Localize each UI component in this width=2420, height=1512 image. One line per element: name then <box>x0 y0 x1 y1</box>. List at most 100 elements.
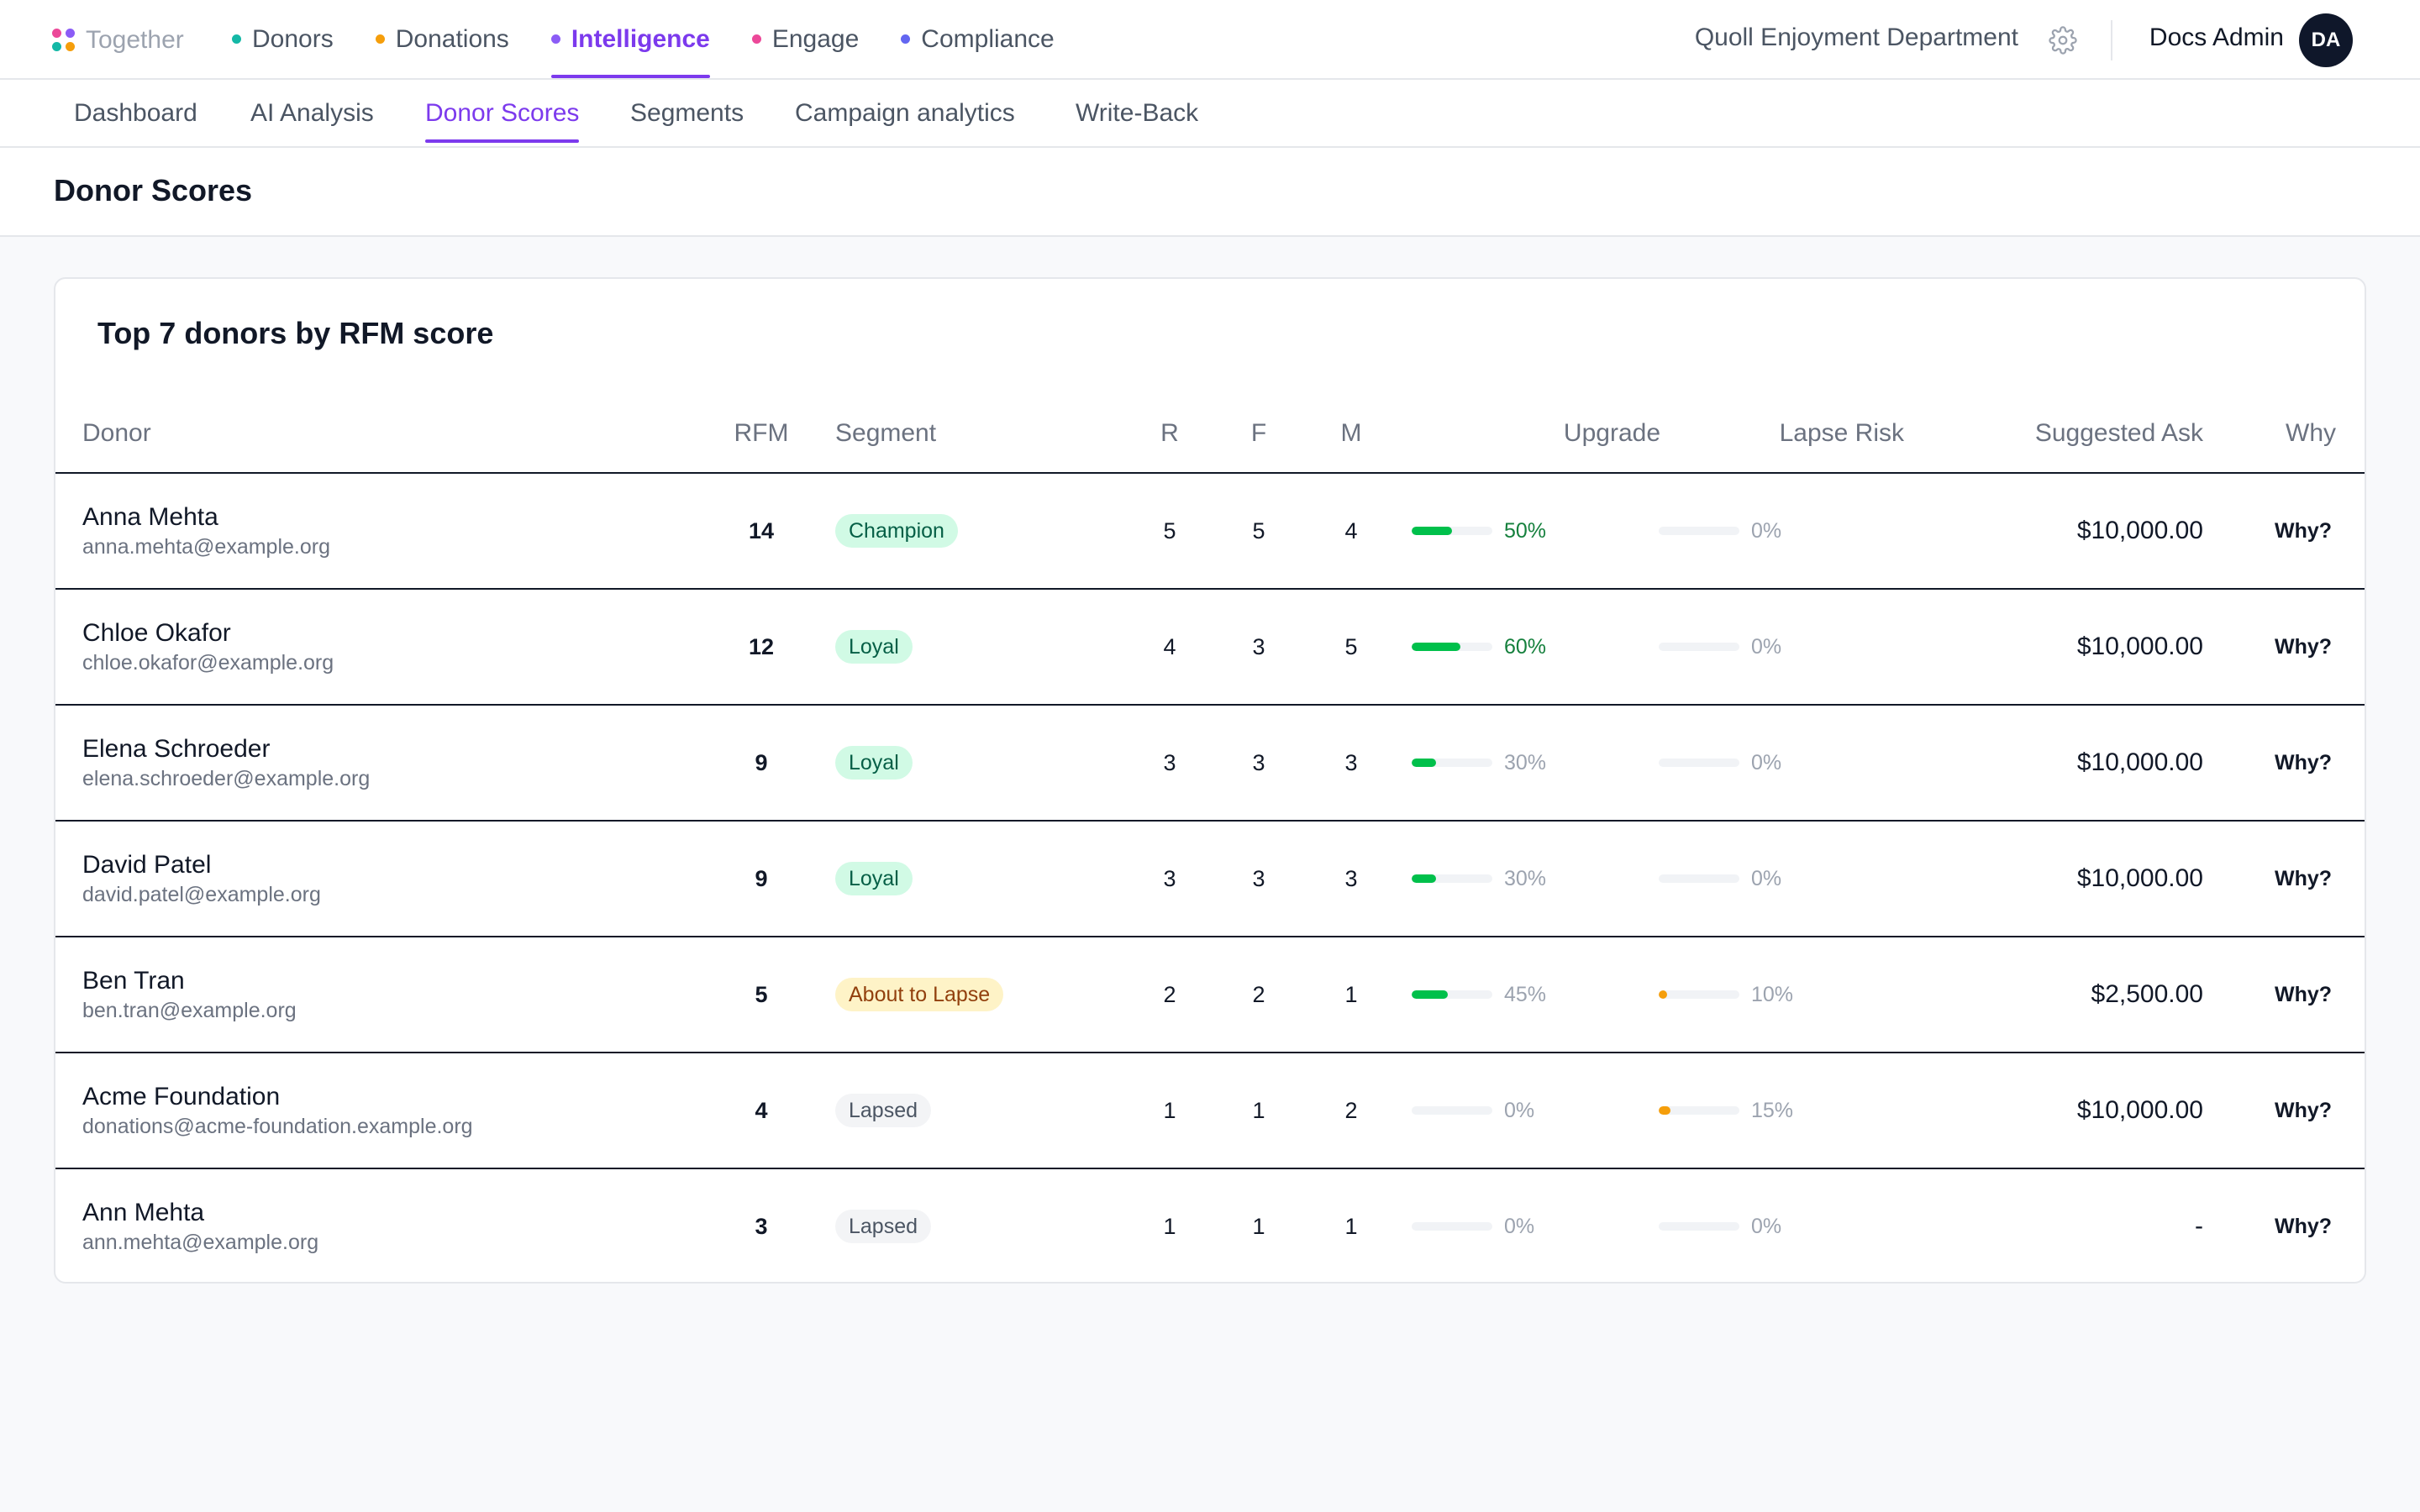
why-button[interactable]: Why? <box>2275 519 2332 543</box>
why-cell: Why? <box>2264 1053 2343 1168</box>
donor-name[interactable]: Ben Tran <box>82 965 185 997</box>
upgrade-bar-fill <box>1412 759 1436 767</box>
user-name[interactable]: Docs Admin <box>2149 24 2284 52</box>
main-nav-item-engage[interactable]: Engage <box>751 0 859 78</box>
tab-write-back[interactable]: Write-Back <box>1076 80 1198 146</box>
donor-name[interactable]: Acme Foundation <box>82 1081 280 1113</box>
frequency-score: 5 <box>1252 517 1265 543</box>
table-row[interactable]: Elena Schroeder elena.schroeder@example.… <box>55 706 2365 822</box>
table-row[interactable]: David Patel david.patel@example.org 9 Lo… <box>55 822 2365 937</box>
suggested-ask-amount: $10,000.00 <box>2076 633 2203 660</box>
donor-cell[interactable]: Elena Schroeder elena.schroeder@example.… <box>82 706 671 820</box>
lapse-risk-percent: 10% <box>1751 982 1794 1006</box>
brand[interactable]: Together <box>52 25 184 55</box>
upgrade-cell: 50% <box>1412 474 1647 588</box>
why-cell: Why? <box>2264 706 2343 820</box>
tab-donor-scores[interactable]: Donor Scores <box>425 80 580 146</box>
frequency-score: 3 <box>1252 749 1265 775</box>
suggested-ask-cell: $10,000.00 <box>1904 1053 2203 1168</box>
upgrade-percent: 30% <box>1504 750 1547 774</box>
donor-cell[interactable]: Anna Mehta anna.mehta@example.org <box>82 474 671 588</box>
lapse-risk-bar: 0% <box>1659 1215 1781 1239</box>
main-nav-item-donors[interactable]: Donors <box>232 0 334 78</box>
segment-badge: Lapsed <box>835 1094 932 1127</box>
why-button[interactable]: Why? <box>2275 1215 2332 1239</box>
lapse-risk-percent: 0% <box>1751 518 1782 543</box>
table-row[interactable]: Ann Mehta ann.mehta@example.org 3 Lapsed… <box>55 1169 2365 1285</box>
donor-name[interactable]: Anna Mehta <box>82 501 218 533</box>
donor-cell[interactable]: Ben Tran ben.tran@example.org <box>82 937 671 1052</box>
organization-name[interactable]: Quoll Enjoyment Department <box>1695 24 2018 52</box>
f-cell: 3 <box>1225 590 1292 704</box>
lapse-risk-bar-fill <box>1659 990 1667 999</box>
segment-badge: About to Lapse <box>835 978 1004 1011</box>
gear-icon[interactable] <box>2049 26 2077 55</box>
donor-cell[interactable]: Ann Mehta ann.mehta@example.org <box>82 1169 671 1284</box>
donor-email: ben.tran@example.org <box>82 999 297 1022</box>
table-row[interactable]: Ben Tran ben.tran@example.org 5 About to… <box>55 937 2365 1053</box>
recency-score: 3 <box>1163 749 1176 775</box>
tab-segments[interactable]: Segments <box>630 80 744 146</box>
donor-scores-card: Top 7 donors by RFM score Donor RFM Segm… <box>54 277 2366 1284</box>
upgrade-percent: 0% <box>1504 1214 1535 1238</box>
donor-name[interactable]: Elena Schroeder <box>82 733 270 765</box>
column-header-f[interactable]: F <box>1225 395 1292 472</box>
tab-campaign-analytics[interactable]: Campaign analytics <box>795 80 1015 146</box>
lapse-risk-bar-track <box>1659 874 1739 883</box>
lapse-risk-bar-track <box>1659 1222 1739 1231</box>
column-header-donor[interactable]: Donor <box>82 395 587 472</box>
suggested-ask-amount: $10,000.00 <box>2076 1096 2203 1124</box>
monetary-score: 1 <box>1344 981 1358 1007</box>
avatar[interactable]: DA <box>2299 13 2353 67</box>
upgrade-bar-track <box>1412 1106 1492 1115</box>
lapse-risk-percent: 0% <box>1751 634 1782 659</box>
why-button[interactable]: Why? <box>2275 635 2332 659</box>
column-header-upgrade[interactable]: Upgrade <box>1417 395 1660 472</box>
donor-cell[interactable]: Chloe Okafor chloe.okafor@example.org <box>82 590 671 704</box>
column-header-segment[interactable]: Segment <box>835 395 1087 472</box>
lapse-risk-percent: 0% <box>1751 750 1782 774</box>
upgrade-bar-fill <box>1412 643 1460 651</box>
column-header-lapse-risk[interactable]: Lapse Risk <box>1669 395 1904 472</box>
donor-cell[interactable]: Acme Foundation donations@acme-foundatio… <box>82 1053 671 1168</box>
rfm-cell: 9 <box>711 706 812 820</box>
table-row[interactable]: Acme Foundation donations@acme-foundatio… <box>55 1053 2365 1169</box>
segment-cell: Loyal <box>835 822 1104 936</box>
segment-cell: Loyal <box>835 590 1104 704</box>
donor-name[interactable]: David Patel <box>82 849 211 881</box>
tab-dashboard[interactable]: Dashboard <box>74 80 197 146</box>
lapse-risk-cell: 15% <box>1659 1053 1894 1168</box>
donor-email: donations@acme-foundation.example.org <box>82 1115 473 1138</box>
column-header-why: Why <box>2286 419 2336 447</box>
why-button[interactable]: Why? <box>2275 983 2332 1007</box>
column-header-rfm[interactable]: RFM <box>711 395 812 472</box>
tab-ai-analysis[interactable]: AI Analysis <box>250 80 374 146</box>
upgrade-bar-track <box>1412 643 1492 651</box>
suggested-ask-amount: - <box>2195 1212 2203 1240</box>
suggested-ask-amount: $2,500.00 <box>2091 980 2203 1008</box>
segment-badge: Loyal <box>835 862 913 895</box>
donor-name[interactable]: Chloe Okafor <box>82 617 231 649</box>
column-header-r[interactable]: R <box>1136 395 1203 472</box>
column-header-m[interactable]: M <box>1318 395 1385 472</box>
table-row[interactable]: Chloe Okafor chloe.okafor@example.org 12… <box>55 590 2365 706</box>
frequency-score: 3 <box>1252 865 1265 891</box>
why-button[interactable]: Why? <box>2275 751 2332 775</box>
main-nav-label: Compliance <box>921 24 1055 53</box>
column-header-suggested-ask[interactable]: Suggested Ask <box>1904 395 2203 472</box>
top-navigation-bar: Together Donors Donations Intelligence E… <box>0 0 2420 80</box>
lapse-risk-cell: 0% <box>1659 1169 1894 1284</box>
donor-cell[interactable]: David Patel david.patel@example.org <box>82 822 671 936</box>
why-button[interactable]: Why? <box>2275 867 2332 891</box>
main-nav-item-donations[interactable]: Donations <box>375 0 509 78</box>
frequency-score: 3 <box>1252 633 1265 659</box>
table-row[interactable]: Anna Mehta anna.mehta@example.org 14 Cha… <box>55 474 2365 590</box>
suggested-ask-cell: $10,000.00 <box>1904 474 2203 588</box>
donor-email: anna.mehta@example.org <box>82 535 330 559</box>
monetary-score: 3 <box>1344 865 1358 891</box>
donor-name[interactable]: Ann Mehta <box>82 1197 204 1229</box>
why-button[interactable]: Why? <box>2275 1099 2332 1123</box>
main-nav-item-compliance[interactable]: Compliance <box>901 0 1055 78</box>
main-nav-item-intelligence[interactable]: Intelligence <box>550 0 710 78</box>
upgrade-percent: 30% <box>1504 866 1547 890</box>
